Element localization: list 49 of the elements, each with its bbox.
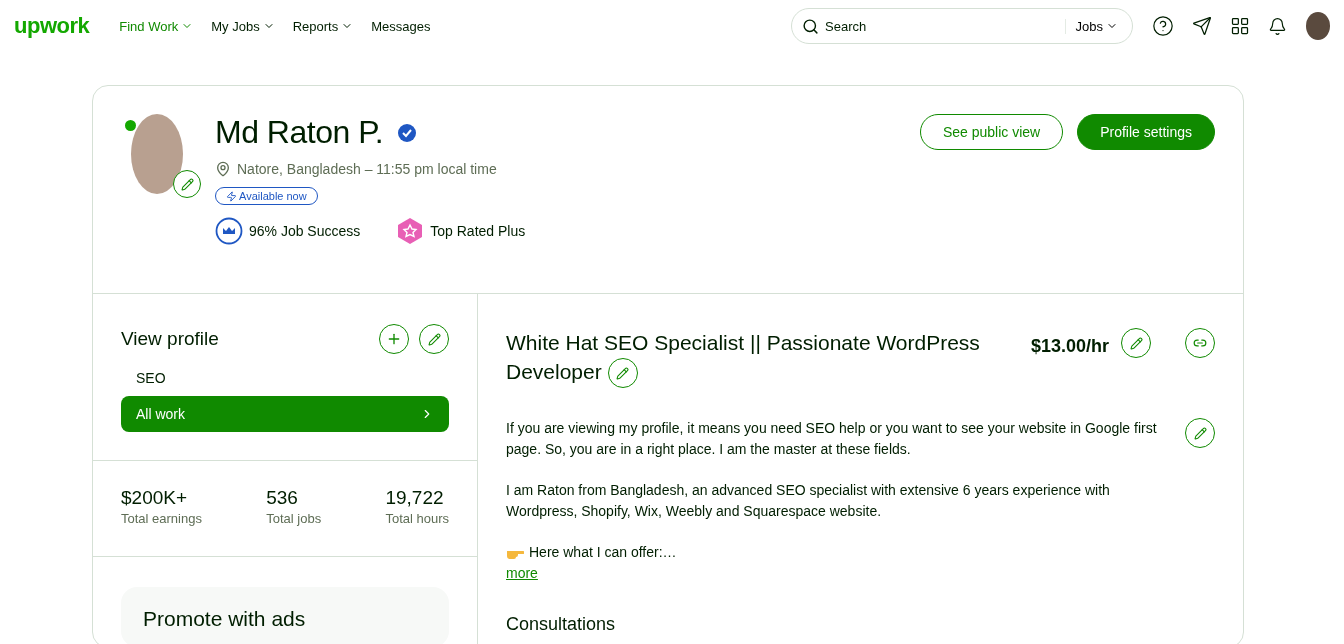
pencil-icon <box>616 366 630 380</box>
public-view-button[interactable]: See public view <box>919 114 1064 150</box>
plus-icon <box>386 331 402 347</box>
stat-value: 19,722 <box>385 487 445 509</box>
lightning-icon <box>226 190 237 202</box>
stat-label: Total jobs <box>266 511 322 526</box>
search-scope-dropdown[interactable]: Jobs <box>1064 18 1122 34</box>
edit-photo-button[interactable] <box>173 170 201 198</box>
nav-link[interactable]: Messages <box>371 18 431 34</box>
search-placeholder: Search <box>825 18 868 34</box>
job-success-text: 96% Job Success <box>249 223 361 239</box>
edit-title-button[interactable] <box>607 358 638 389</box>
pencil-icon <box>1193 426 1207 440</box>
location-pin-icon <box>215 161 231 177</box>
description-paragraph: If you are viewing my profile, it means you need SEO help or you want to see your website in Google first page. So, you are in a right place. I am the master at these fields. <box>506 419 1158 460</box>
copy-link-button[interactable] <box>1185 328 1215 358</box>
nav-link[interactable]: My Jobs <box>211 18 275 34</box>
location-text: Natore, Bangladesh – 11:55 pm local time <box>237 161 497 177</box>
add-button[interactable] <box>379 324 409 354</box>
search-icon <box>802 17 819 35</box>
profile-list-item[interactable]: All work <box>121 396 449 432</box>
nav-link[interactable]: Reports <box>292 18 354 34</box>
link-icon <box>1193 336 1207 350</box>
star-badge-icon <box>396 217 425 245</box>
section-heading: Consultations <box>506 614 617 636</box>
top-rated-text: Top Rated Plus <box>430 223 526 239</box>
stat-label: Total hours <box>385 511 449 526</box>
pencil-icon <box>1129 336 1143 350</box>
profile-headline: White Hat SEO Specialist || Passionate WordPress Developer <box>506 328 1019 389</box>
more-link[interactable]: more <box>506 565 538 582</box>
settings-button[interactable]: Profile settings <box>1077 114 1215 150</box>
description-paragraph: Here what I can offer:… <box>529 543 677 563</box>
avatar-photo-placeholder[interactable] <box>1306 12 1330 40</box>
sidebar-title: View profile <box>121 328 220 350</box>
stat-value: $200K+ <box>121 487 189 509</box>
edit-button[interactable] <box>419 324 449 354</box>
description-paragraph: I am Raton from Bangladesh, an advanced SEO specialist with extensive 6 years experience with Wordpress, Shopify, Wix, Weebly and Squarespace website. <box>506 481 1111 522</box>
stat-value: 536 <box>266 487 299 509</box>
stat-label: Total earnings <box>121 511 202 526</box>
profile-list-item[interactable]: SEO <box>121 360 449 396</box>
edit-rate-button[interactable] <box>1121 328 1151 358</box>
hourly-rate: $13.00/hr <box>1030 336 1109 357</box>
nav-link[interactable]: Find Work <box>119 18 194 34</box>
crown-badge-icon <box>215 217 243 245</box>
pencil-icon <box>180 177 194 191</box>
edit-description-button[interactable] <box>1185 418 1215 449</box>
pencil-icon <box>427 332 441 346</box>
promo-title: Promote with ads <box>143 607 307 631</box>
profile-name: Md Raton P. <box>215 114 384 151</box>
